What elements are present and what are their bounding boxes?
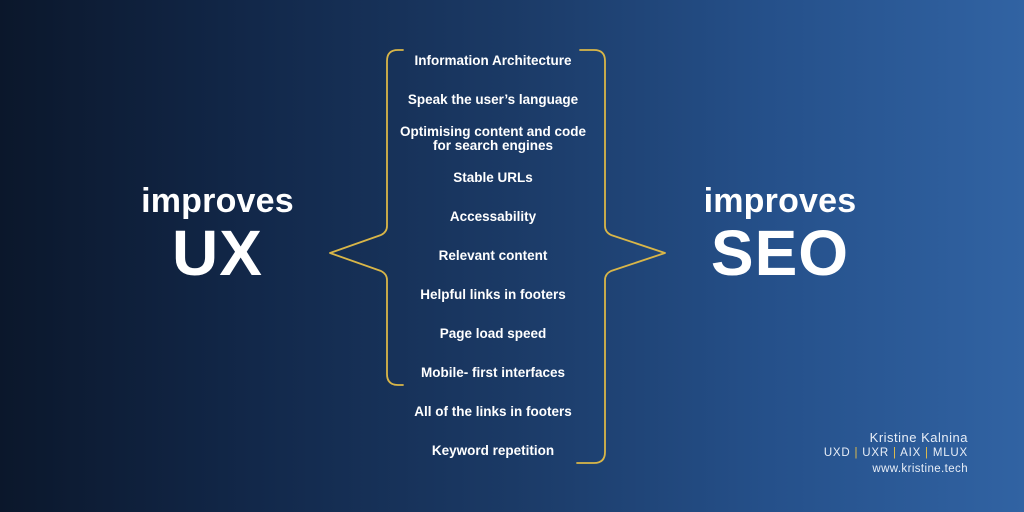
list-item: Page load speed: [383, 327, 603, 341]
list-item-label: Mobile- first interfaces: [420, 365, 566, 380]
list-item-label: Keyword repetition: [431, 443, 555, 458]
author-credit: Kristine Kalnina UXD | UXR | AIX | MLUX …: [824, 430, 968, 477]
role-tag: AIX: [900, 447, 922, 459]
list-item-label: Optimising content and code: [399, 124, 586, 139]
list-item-label: Helpful links in footers: [420, 287, 566, 302]
list-item-label: for search engines: [432, 138, 554, 153]
role-tag: UXD: [823, 447, 851, 459]
author-name: Kristine Kalnina: [869, 430, 968, 445]
author-roles: UXD | UXR | AIX | MLUX: [824, 446, 968, 461]
list-item: Accessability: [383, 210, 603, 224]
seo-label: SEO: [710, 217, 850, 289]
role-separator: |: [921, 447, 933, 459]
role-tag: MLUX: [932, 447, 968, 459]
list-item-label: Information Architecture: [414, 53, 572, 68]
list-item: Optimising content and code for search en…: [383, 125, 603, 153]
role-separator: |: [888, 447, 901, 459]
list-item-label: Page load speed: [439, 326, 547, 341]
list-item: Helpful links in footers: [383, 288, 603, 302]
list-item: Mobile- first interfaces: [383, 366, 603, 380]
list-item: Information Architecture: [383, 54, 603, 68]
list-item: Stable URLs: [383, 171, 603, 185]
list-item-label: Relevant content: [438, 248, 548, 263]
improves-seo-prefix: improves: [703, 182, 857, 220]
role-tag: UXR: [862, 447, 889, 459]
author-website: www.kristine.tech: [872, 463, 968, 475]
list-item: Speak the user’s language: [383, 93, 603, 107]
role-separator: |: [850, 447, 863, 459]
improves-seo-heading: improves SEO: [690, 182, 870, 286]
list-item-label: Accessability: [449, 209, 537, 224]
list-item-label: All of the links in footers: [414, 404, 572, 419]
list-item: All of the links in footers: [383, 405, 603, 419]
list-item: Keyword repetition: [383, 444, 603, 458]
list-item-label: Speak the user’s language: [407, 92, 579, 107]
list-item: Relevant content: [383, 249, 603, 263]
list-item-label: Stable URLs: [453, 170, 533, 185]
